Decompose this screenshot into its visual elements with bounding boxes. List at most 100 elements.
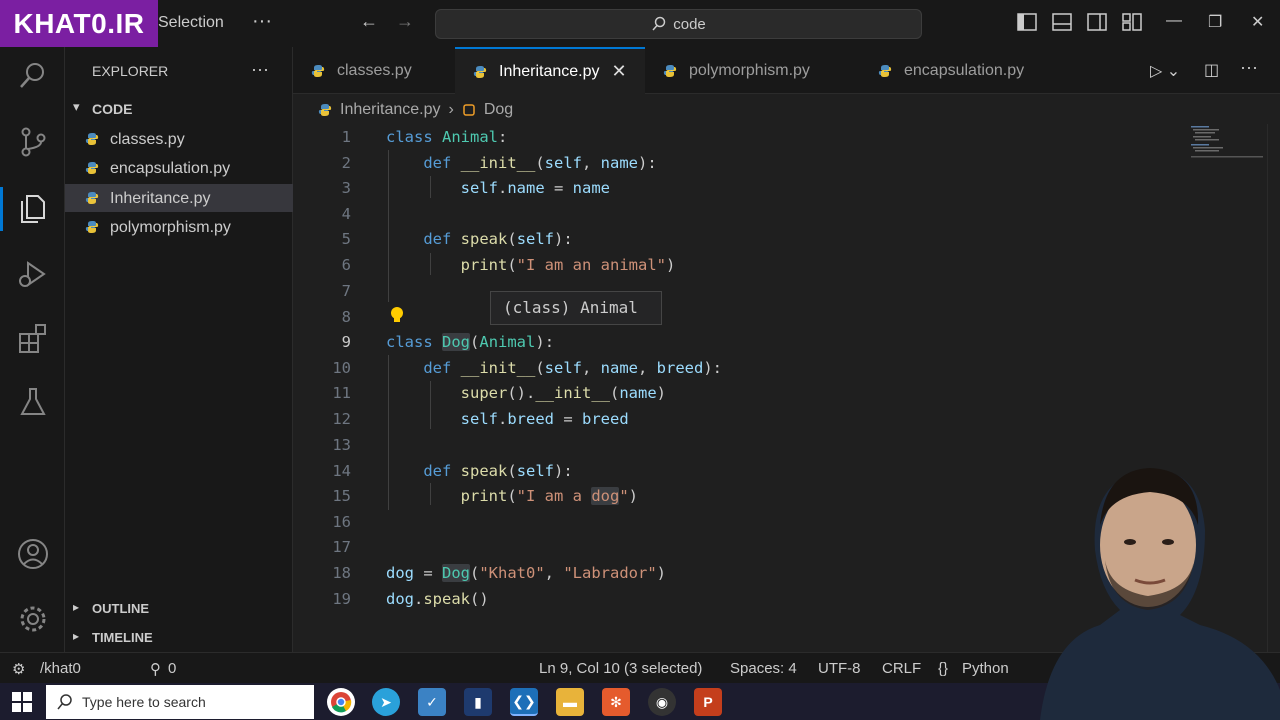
search-placeholder: Type here to search [82, 694, 206, 710]
encoding[interactable]: UTF-8 [818, 660, 861, 677]
folder-label: CODE [92, 101, 133, 117]
tab-polymorphism-py[interactable]: polymorphism.py [645, 47, 860, 94]
breadcrumb-symbol[interactable]: Dog [484, 101, 513, 119]
python-file-icon [663, 64, 677, 77]
editor-more-icon[interactable]: ··· [1240, 57, 1258, 78]
file-name: classes.py [110, 131, 185, 148]
command-center-search[interactable]: code [435, 9, 922, 39]
nav-forward-arrow-icon[interactable]: → [396, 11, 414, 32]
code-line: super().__init__(name) [460, 384, 666, 402]
testing-flask-icon[interactable] [16, 385, 50, 419]
source-control-icon[interactable] [16, 125, 50, 159]
line-number: 15 [332, 487, 351, 505]
xmind-icon[interactable]: ✻ [602, 688, 630, 716]
lightbulb-icon[interactable] [389, 306, 405, 324]
file-explorer-icon[interactable]: ▬ [556, 688, 584, 716]
cursor-position[interactable]: Ln 9, Col 10 (3 selected) [539, 660, 702, 677]
tab-label: Inheritance.py [499, 62, 600, 80]
editor-scrollbar[interactable] [1267, 124, 1280, 652]
python-file-icon [85, 133, 99, 145]
folder-code[interactable]: ▾ CODE [65, 97, 293, 121]
explorer-sidebar: EXPLORER ··· ▾ CODE classes.py encapsula… [65, 47, 293, 652]
code-editor[interactable]: 1 2 3 4 5 6 7 8 9 10 11 12 13 14 15 16 1… [293, 124, 1280, 652]
tab-encapsulation-py[interactable]: encapsulation.py [860, 47, 1075, 94]
line-number: 11 [332, 384, 351, 402]
explorer-more-icon[interactable]: ··· [251, 59, 269, 80]
settings-gear-icon[interactable] [16, 602, 50, 636]
file-name: encapsulation.py [110, 160, 231, 177]
file-inheritance-py[interactable]: Inheritance.py [65, 184, 293, 212]
file-encapsulation-py[interactable]: encapsulation.py [65, 154, 293, 182]
toggle-secondary-sidebar-icon[interactable] [1087, 13, 1107, 33]
chart-app-icon[interactable]: ▮ [464, 688, 492, 716]
toggle-panel-icon[interactable] [1052, 13, 1072, 33]
python-file-icon [85, 192, 99, 204]
explorer-icon[interactable] [16, 192, 50, 226]
line-number: 4 [341, 205, 351, 223]
line-number: 17 [332, 538, 351, 556]
run-debug-icon[interactable] [16, 257, 50, 291]
chrome-icon[interactable] [327, 688, 355, 716]
status-bar: ⚙ /khat0 ⚲ 0 0 Ln 9, Col 10 (3 selected)… [0, 652, 1280, 683]
restore-icon[interactable]: ❐ [1208, 12, 1222, 32]
telegram-icon[interactable]: ➤ [372, 688, 400, 716]
code-line: def __init__(self, name): [423, 154, 657, 172]
channel-logo: KHAT0.IR [0, 0, 158, 47]
nav-back-arrow-icon[interactable]: ← [360, 11, 378, 32]
timeline-label: TIMELINE [92, 630, 153, 645]
remote-icon[interactable]: ⚙ [12, 660, 25, 678]
line-number: 18 [332, 564, 351, 582]
search-icon[interactable] [16, 59, 50, 93]
minimize-icon[interactable]: — [1166, 12, 1182, 30]
line-number: 12 [332, 410, 351, 428]
account-icon[interactable] [16, 537, 50, 571]
indentation[interactable]: Spaces: 4 [730, 660, 797, 677]
ports-icon[interactable]: ⚲ [150, 660, 161, 678]
tab-label: polymorphism.py [689, 61, 810, 79]
python-file-icon [311, 64, 325, 77]
tab-classes-py[interactable]: classes.py [293, 47, 455, 94]
account-label[interactable]: /khat0 [40, 660, 81, 677]
file-polymorphism-py[interactable]: polymorphism.py [65, 213, 293, 241]
obs-icon[interactable]: ◉ [648, 688, 676, 716]
powerpoint-icon[interactable]: P [694, 688, 722, 716]
extensions-icon[interactable] [16, 322, 50, 356]
logo-text: KHAT0.IR [13, 7, 145, 39]
split-editor-icon[interactable]: ◫ [1204, 60, 1219, 80]
vpn-app-icon[interactable]: ✓ [418, 688, 446, 716]
outline-section[interactable]: ▸ OUTLINE [65, 595, 293, 621]
menu-more-icon[interactable]: ··· [252, 10, 272, 33]
tab-inheritance-py[interactable]: Inheritance.py ✕ [455, 47, 645, 94]
explorer-title: EXPLORER [92, 63, 169, 79]
customize-layout-icon[interactable] [1122, 13, 1142, 33]
close-tab-icon[interactable]: ✕ [612, 61, 627, 82]
minimap[interactable] [1183, 124, 1263, 164]
file-name: Inheritance.py [110, 190, 211, 207]
python-file-icon [85, 221, 99, 233]
chevron-right-icon: ▸ [73, 600, 80, 614]
line-ending[interactable]: CRLF [882, 660, 921, 677]
code-line: print("I am a dog") [460, 487, 639, 505]
file-classes-py[interactable]: classes.py [65, 125, 293, 153]
taskbar-search-input[interactable]: Type here to search [46, 685, 314, 719]
menu-selection[interactable]: Selection [158, 14, 224, 32]
run-python-file-icon[interactable]: ▷ ⌄ [1150, 61, 1180, 81]
close-window-icon[interactable]: ✕ [1251, 12, 1264, 32]
python-file-icon [85, 162, 99, 174]
code-line: self.breed = breed [460, 410, 629, 428]
windows-taskbar: Type here to search ➤ ✓ ▮ ❮❯ ▬ ✻ ◉ P [0, 683, 1280, 720]
line-number: 5 [341, 230, 351, 248]
class-symbol-icon [463, 104, 475, 116]
line-number: 1 [341, 128, 351, 146]
vscode-icon[interactable]: ❮❯ [510, 688, 538, 716]
timeline-section[interactable]: ▸ TIMELINE [65, 624, 293, 650]
toggle-primary-sidebar-icon[interactable] [1017, 13, 1037, 33]
line-number: 13 [332, 436, 351, 454]
braces-icon: {} [938, 660, 949, 677]
language-mode[interactable]: Python [962, 660, 1009, 677]
python-file-icon [318, 104, 332, 116]
code-line: dog.speak() [386, 590, 489, 608]
windows-start-icon[interactable] [12, 692, 32, 712]
file-name: polymorphism.py [110, 219, 231, 236]
breadcrumb-file[interactable]: Inheritance.py [340, 101, 441, 119]
